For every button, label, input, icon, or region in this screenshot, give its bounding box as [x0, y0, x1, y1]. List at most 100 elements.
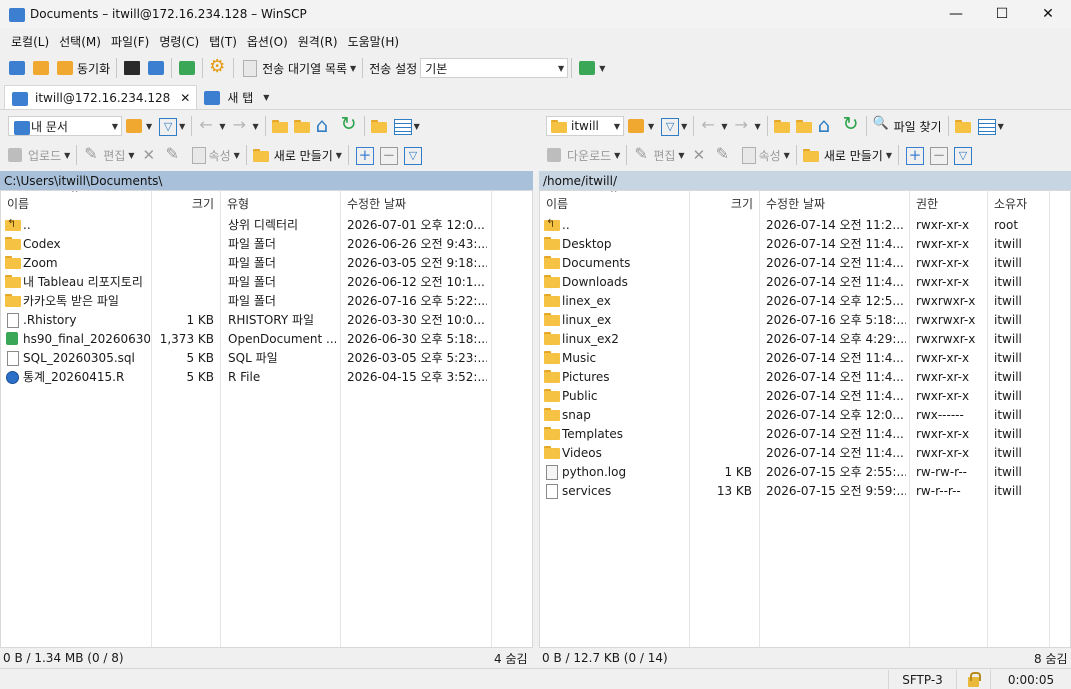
synchronize-button[interactable]: 동기화: [53, 57, 113, 79]
upload-button[interactable]: 업로드 ▼: [0, 144, 73, 166]
local-bookmark-button[interactable]: [368, 115, 390, 137]
transfer-options-button[interactable]: ▼: [575, 57, 608, 79]
local-root-dir-button[interactable]: [291, 115, 313, 137]
file-row[interactable]: services 13 KB 2026-07-15 오전 9:59:... rw-r-…: [540, 481, 1070, 500]
remote-rename-button[interactable]: [712, 144, 736, 166]
download-button[interactable]: 다운로드 ▼: [539, 144, 623, 166]
file-row[interactable]: .. 상위 디렉터리 2026-07-01 오후 12:0...: [1, 215, 532, 234]
file-row[interactable]: SQL_20260305.sql 5 KB SQL 파일 2026-03-05 오후 …: [1, 348, 532, 367]
menu-tabs[interactable]: 탭(T): [204, 33, 242, 50]
local-view-button[interactable]: ▼: [390, 115, 423, 137]
menu-options[interactable]: 옵션(O): [242, 33, 293, 50]
remote-forward-button[interactable]: ▼: [730, 115, 763, 137]
local-new-button[interactable]: 새로 만들기 ▼: [250, 144, 345, 166]
file-row[interactable]: .Rhistory 1 KB RHISTORY 파일 2026-03-30 오전 10…: [1, 310, 532, 329]
remote-properties-button[interactable]: 속성 ▼: [736, 144, 793, 166]
file-row[interactable]: linux_ex2 2026-07-14 오후 4:29:... rwxrwxr-x…: [540, 329, 1070, 348]
remote-home-button[interactable]: [815, 113, 839, 137]
col-owner[interactable]: 소유자: [988, 191, 1050, 215]
file-row[interactable]: linex_ex 2026-07-14 오후 12:5... rwxrwxr-x it…: [540, 291, 1070, 310]
file-row[interactable]: hs90_final_20260630.... 1,373 KB OpenDocum…: [1, 329, 532, 348]
file-row[interactable]: 내 Tableau 리포지토리 파일 폴더 2026-06-12 오전 10:1..…: [1, 272, 532, 291]
remote-select-button[interactable]: [902, 144, 926, 166]
remote-unselect-button[interactable]: [926, 144, 950, 166]
col-modified[interactable]: 수정한 날짜: [341, 191, 492, 215]
remote-open-folder-button[interactable]: ▼: [624, 115, 657, 137]
remote-bookmark-button[interactable]: [952, 115, 974, 137]
file-row[interactable]: Documents 2026-07-14 오전 11:4... rwxr-xr-x i…: [540, 253, 1070, 272]
local-path-bar[interactable]: C:\Users\itwill\Documents\: [0, 171, 533, 190]
file-row[interactable]: .. 2026-07-14 오전 11:2... rwxr-xr-x root: [540, 215, 1070, 234]
col-size[interactable]: 크기: [690, 191, 760, 215]
remote-new-button[interactable]: 새로 만들기 ▼: [800, 144, 895, 166]
local-open-folder-button[interactable]: ▼: [122, 115, 155, 137]
col-rights[interactable]: 권한: [910, 191, 988, 215]
find-files-button[interactable]: 파일 찾기: [870, 115, 945, 137]
col-name[interactable]: 이름 ^: [540, 191, 690, 215]
local-select-button[interactable]: [352, 144, 376, 166]
local-file-list[interactable]: 이름 ^ 크기 유형 수정한 날짜 .. 상위 디렉터리 2026-07-01 오후 …: [0, 190, 533, 648]
sync-browse-button[interactable]: [29, 57, 53, 79]
remote-location-dropdown[interactable]: itwill ▼: [546, 116, 624, 136]
remote-root-dir-button[interactable]: [793, 115, 815, 137]
local-delete-button[interactable]: [138, 144, 162, 166]
maximize-button[interactable]: ☐: [979, 0, 1025, 28]
local-rename-button[interactable]: [162, 144, 186, 166]
encryption-indicator[interactable]: [956, 670, 990, 689]
putty-button[interactable]: [144, 57, 168, 79]
remote-edit-button[interactable]: 편집▼: [630, 144, 687, 166]
compare-dirs-button[interactable]: [0, 57, 29, 79]
preferences-button[interactable]: [206, 56, 230, 79]
remote-file-list[interactable]: 이름 ^ 크기 수정한 날짜 권한 소유자 .. 2026-07-14 오전 11:…: [539, 190, 1071, 648]
file-row[interactable]: Codex 파일 폴더 2026-06-26 오전 9:43:...: [1, 234, 532, 253]
local-unselect-button[interactable]: [376, 144, 400, 166]
close-icon[interactable]: ✕: [180, 91, 190, 105]
file-row[interactable]: Zoom 파일 폴더 2026-03-05 오전 9:18:...: [1, 253, 532, 272]
file-row[interactable]: Pictures 2026-07-14 오전 11:4... rwxr-xr-x it…: [540, 367, 1070, 386]
file-row[interactable]: Downloads 2026-07-14 오전 11:4... rwxr-xr-x i…: [540, 272, 1070, 291]
menu-help[interactable]: 도움말(H): [343, 33, 405, 50]
local-parent-dir-button[interactable]: [269, 115, 291, 137]
menu-commands[interactable]: 명령(C): [154, 33, 204, 50]
menu-mark[interactable]: 선택(M): [54, 33, 106, 50]
col-name[interactable]: 이름 ^: [1, 191, 152, 215]
minimize-button[interactable]: —: [933, 0, 979, 28]
remote-filter-button[interactable]: ▼: [657, 115, 690, 137]
file-row[interactable]: snap 2026-07-14 오후 12:0... rwx------ itwill: [540, 405, 1070, 424]
local-back-button[interactable]: ▼: [195, 115, 228, 137]
menu-local[interactable]: 로컬(L): [6, 33, 54, 50]
file-row[interactable]: Desktop 2026-07-14 오전 11:4... rwxr-xr-x itw…: [540, 234, 1070, 253]
remote-delete-button[interactable]: [688, 144, 712, 166]
file-row[interactable]: Public 2026-07-14 오전 11:4... rwxr-xr-x itwi…: [540, 386, 1070, 405]
queue-refresh-button[interactable]: [175, 57, 199, 79]
local-edit-button[interactable]: 편집▼: [80, 144, 137, 166]
file-row[interactable]: 통계_20260415.R 5 KB R File 2026-04-15 오후 3:5…: [1, 367, 532, 386]
queue-list-button[interactable]: 전송 대기열 목록 ▼: [237, 57, 359, 79]
remote-refresh-button[interactable]: [839, 113, 863, 137]
remote-parent-dir-button[interactable]: [771, 115, 793, 137]
local-filter-button[interactable]: ▼: [155, 115, 188, 137]
local-home-button[interactable]: [313, 113, 337, 137]
file-row[interactable]: Templates 2026-07-14 오전 11:4... rwxr-xr-x i…: [540, 424, 1070, 443]
tab-new[interactable]: 새 탭 ▼: [197, 85, 275, 109]
local-refresh-button[interactable]: [337, 113, 361, 137]
local-properties-button[interactable]: 속성 ▼: [186, 144, 243, 166]
close-button[interactable]: ✕: [1025, 0, 1071, 28]
local-filter-select-button[interactable]: [400, 144, 424, 166]
local-location-dropdown[interactable]: 내 문서 ▼: [8, 116, 122, 136]
col-type[interactable]: 유형: [221, 191, 341, 215]
remote-path-bar[interactable]: /home/itwill/: [539, 171, 1071, 190]
remote-view-button[interactable]: ▼: [974, 115, 1007, 137]
col-modified[interactable]: 수정한 날짜: [760, 191, 910, 215]
file-row[interactable]: python.log 1 KB 2026-07-15 오후 2:55:... rw-r…: [540, 462, 1070, 481]
menu-remote[interactable]: 원격(R): [293, 33, 343, 50]
local-forward-button[interactable]: ▼: [228, 115, 261, 137]
transfer-settings-dropdown[interactable]: 기본 ▼: [420, 58, 569, 78]
tab-session[interactable]: itwill@172.16.234.128 ✕: [4, 85, 198, 109]
console-button[interactable]: [120, 57, 144, 79]
file-row[interactable]: Music 2026-07-14 오전 11:4... rwxr-xr-x itwil…: [540, 348, 1070, 367]
menu-files[interactable]: 파일(F): [106, 33, 154, 50]
col-size[interactable]: 크기: [152, 191, 221, 215]
remote-back-button[interactable]: ▼: [697, 115, 730, 137]
file-row[interactable]: linux_ex 2026-07-16 오후 5:18:... rwxrwxr-x i…: [540, 310, 1070, 329]
